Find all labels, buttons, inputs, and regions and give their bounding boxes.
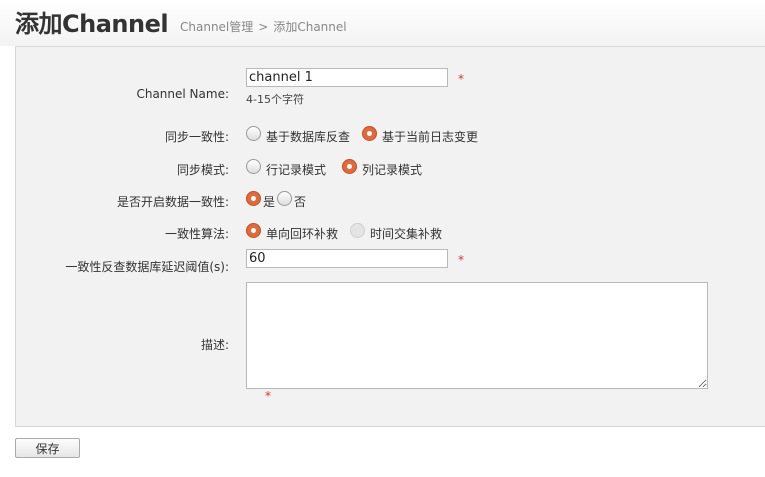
description-required-mark: *: [265, 389, 271, 403]
breadcrumb-current: 添加Channel: [273, 20, 347, 34]
sync-consistency-log-change-radio[interactable]: [362, 126, 378, 141]
enable-consistency-group: 是 否: [246, 190, 318, 210]
enable-consistency-no-label[interactable]: 否: [294, 193, 306, 210]
save-button[interactable]: 保存: [15, 438, 80, 458]
sync-mode-group: 行记录模式 列记录模式: [246, 158, 434, 178]
consistency-algorithm-label: 一致性算法:: [164, 227, 229, 241]
sync-mode-label: 同步模式:: [176, 163, 229, 177]
reverse-delay-required-mark: *: [458, 253, 464, 267]
sync-mode-row-label[interactable]: 行记录模式: [266, 161, 326, 178]
sync-mode-column-radio[interactable]: [342, 159, 358, 174]
channel-name-hint: 4-15个字符: [246, 93, 304, 106]
channel-name-label: Channel Name:: [136, 87, 229, 101]
enable-consistency-yes-label[interactable]: 是: [263, 193, 275, 210]
page-title: 添加Channel: [15, 10, 169, 38]
breadcrumb-separator: >: [258, 20, 269, 34]
channel-name-required-mark: *: [458, 72, 464, 86]
reverse-delay-input[interactable]: [246, 249, 448, 268]
description-label: 描述:: [200, 338, 229, 352]
sync-consistency-group: 基于数据库反查 基于当前日志变更: [246, 125, 490, 145]
enable-consistency-label: 是否开启数据一致性:: [116, 195, 229, 209]
sync-consistency-db-reverse-label[interactable]: 基于数据库反查: [266, 128, 350, 145]
channel-name-input[interactable]: [246, 68, 448, 87]
algorithm-one-way-loop-radio[interactable]: [246, 223, 261, 238]
sync-mode-column-label[interactable]: 列记录模式: [362, 161, 422, 178]
algorithm-one-way-loop-label[interactable]: 单向回环补救: [266, 225, 338, 242]
enable-consistency-yes-radio[interactable]: [246, 191, 261, 206]
enable-consistency-no-radio[interactable]: [277, 191, 293, 206]
breadcrumb: Channel管理 > 添加Channel: [180, 18, 347, 35]
breadcrumb-channel-management[interactable]: Channel管理: [180, 20, 253, 34]
reverse-delay-label: 一致性反查数据库延迟阈值(s):: [65, 260, 229, 274]
sync-mode-row-radio[interactable]: [246, 159, 261, 174]
page-header: 添加Channel Channel管理 > 添加Channel: [0, 0, 765, 46]
sync-consistency-log-change-label[interactable]: 基于当前日志变更: [382, 128, 478, 145]
description-textarea[interactable]: [246, 282, 708, 389]
sync-consistency-label: 同步一致性:: [164, 130, 229, 144]
algorithm-time-intersection-radio: [350, 223, 366, 238]
sync-consistency-db-reverse-radio[interactable]: [246, 126, 261, 141]
consistency-algorithm-group: 单向回环补救 时间交集补救: [246, 222, 454, 242]
algorithm-time-intersection-label: 时间交集补救: [370, 227, 443, 241]
